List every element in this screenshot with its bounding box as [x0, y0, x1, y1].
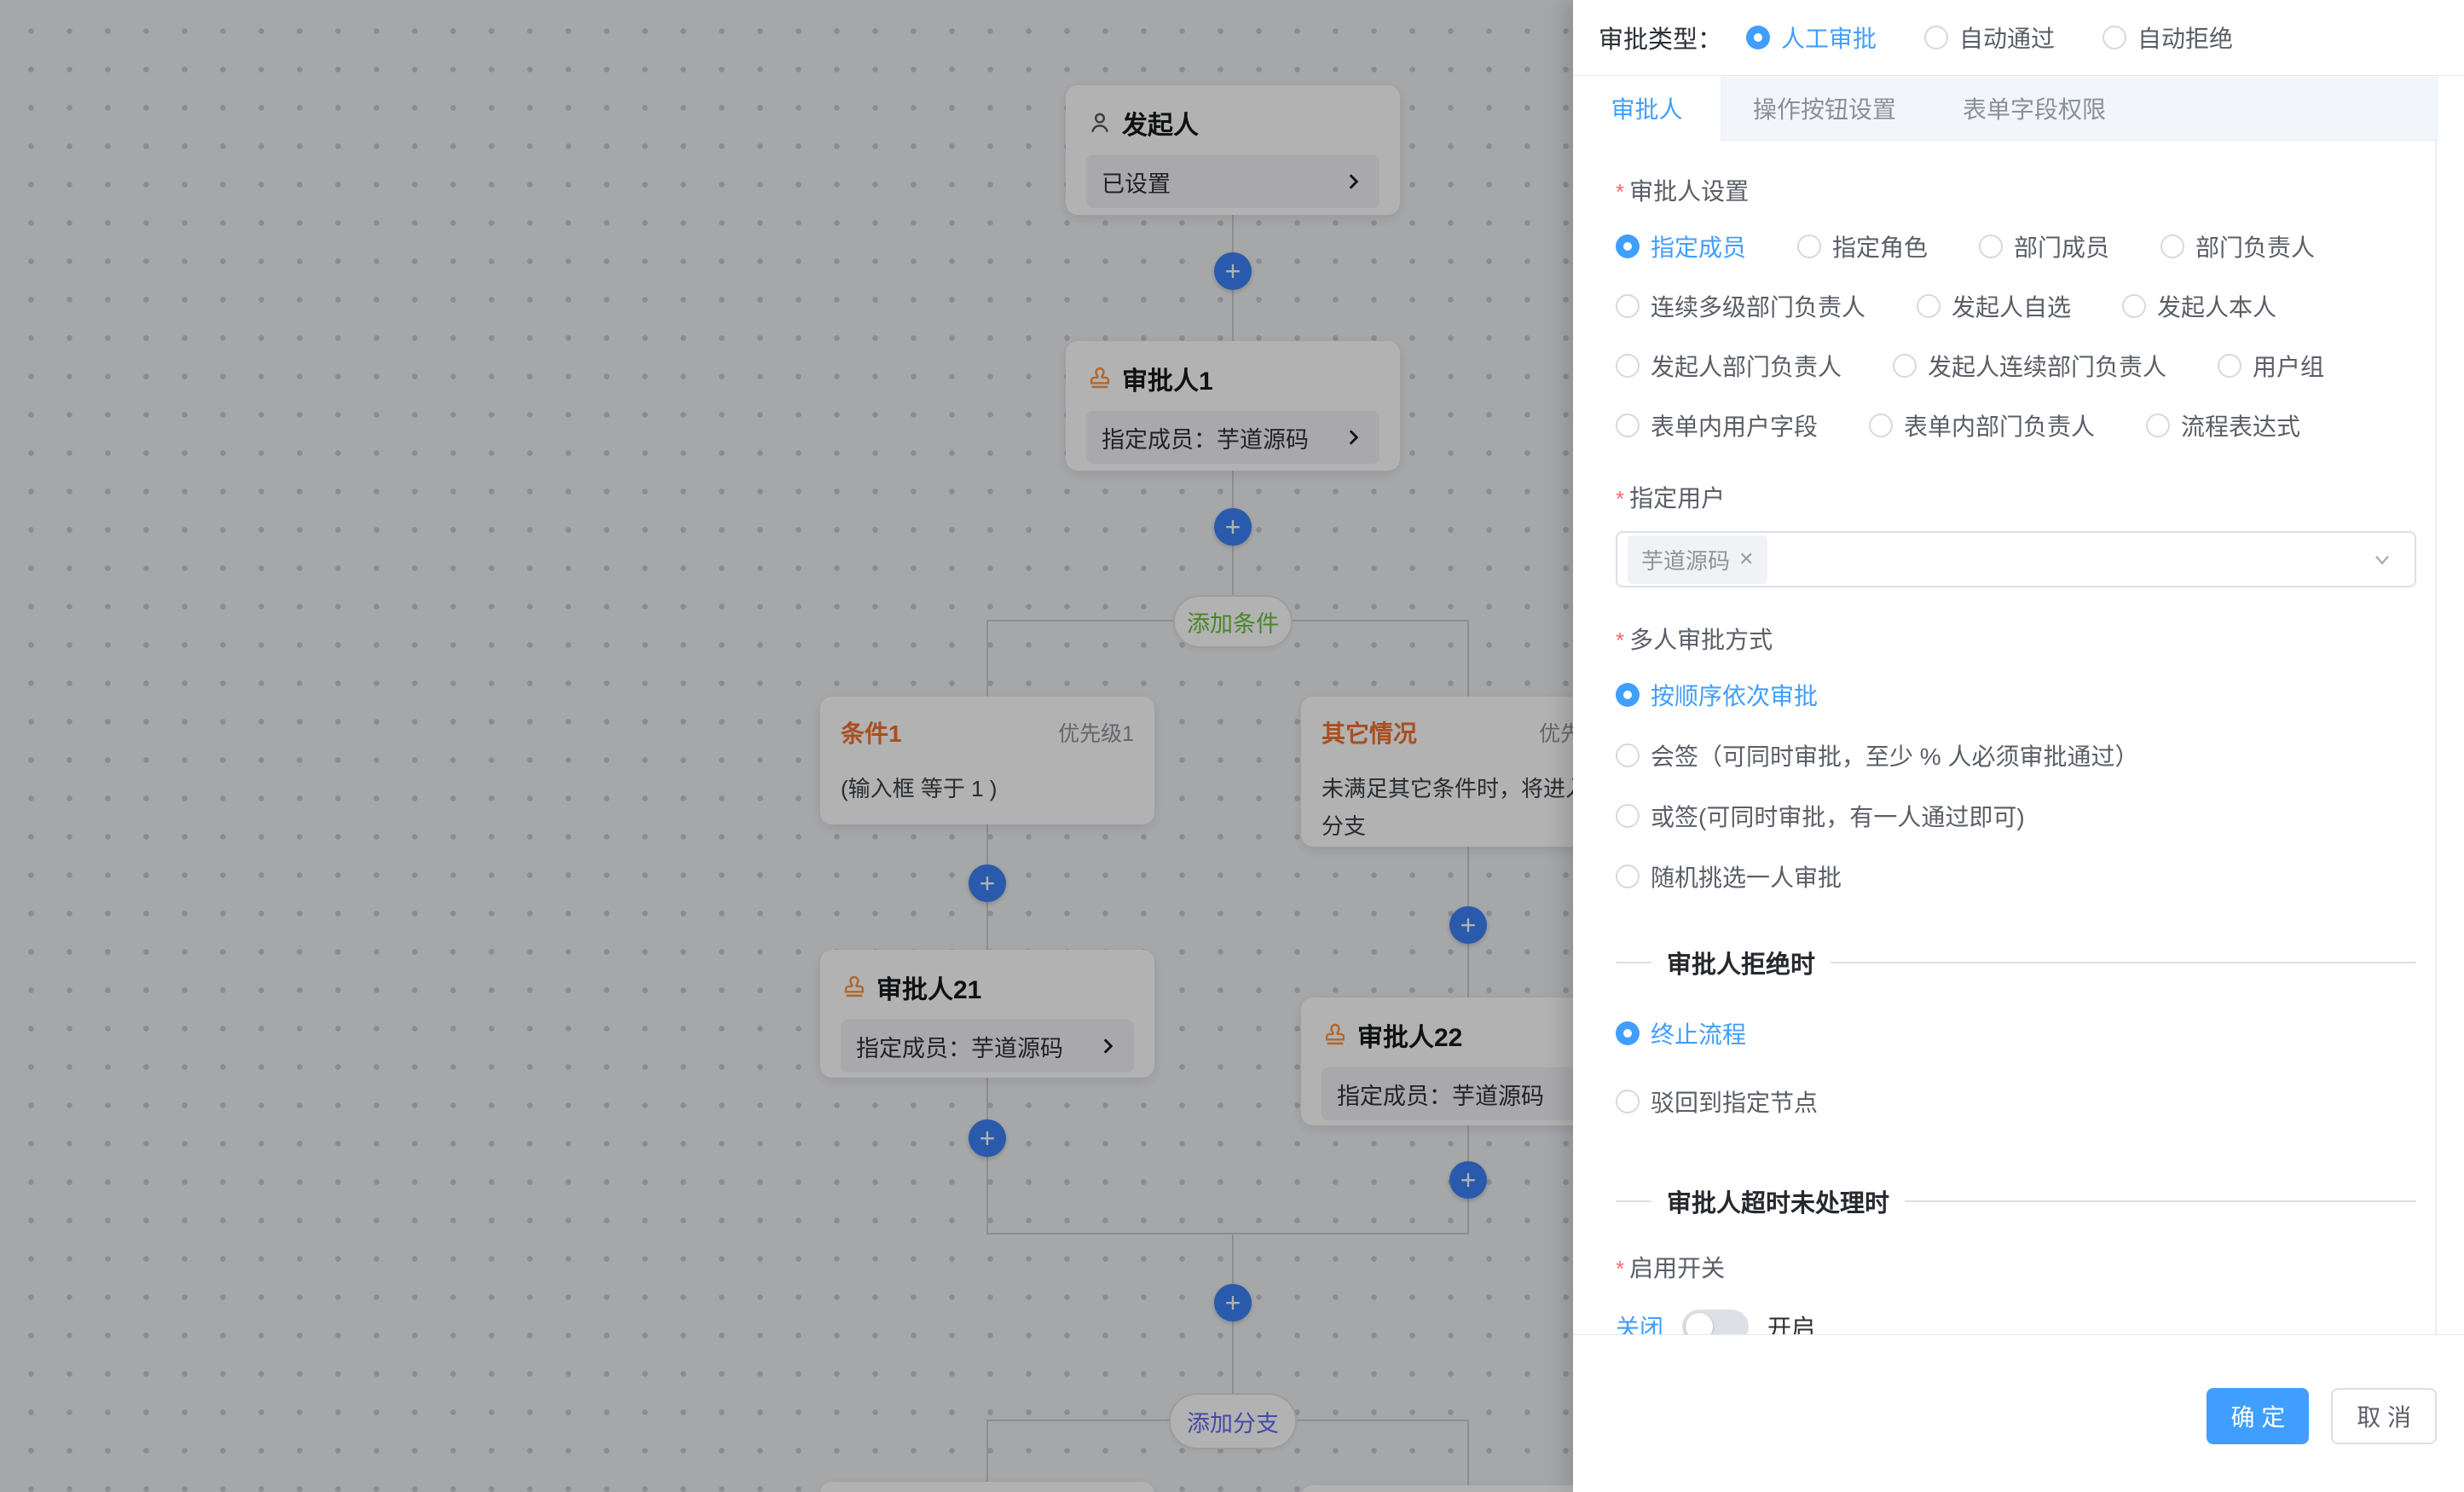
tag-close-icon[interactable]: ✕ [1738, 548, 1754, 570]
divider-line [1616, 962, 1651, 963]
approver-settings-drawer: 审批类型： 人工审批 自动通过 自动拒绝 审批人 操作按钮设置 表单字段权限 *… [1573, 0, 2464, 1492]
radio-dot [2218, 354, 2241, 378]
radio-initiator-select[interactable]: 发起人自选 [1917, 289, 2071, 323]
radio-dept-member[interactable]: 部门成员 [1979, 229, 2109, 263]
radio-initiator-self[interactable]: 发起人本人 [2122, 289, 2276, 323]
radio-dot [1616, 1090, 1640, 1113]
confirm-button[interactable]: 确 定 [2207, 1388, 2309, 1444]
drawer-tabs: 审批人 操作按钮设置 表单字段权限 [1573, 75, 2464, 141]
radio-dot [1616, 1021, 1640, 1045]
radio-dot [1616, 743, 1640, 767]
radio-terminate-process[interactable]: 终止流程 [1616, 1016, 2416, 1050]
radio-dot [2102, 26, 2126, 49]
tab-approver[interactable]: 审批人 [1573, 76, 1721, 141]
tab-button-settings[interactable]: 操作按钮设置 [1753, 91, 1896, 125]
radio-dot [2160, 234, 2184, 258]
radio-dot [1616, 413, 1640, 437]
switch-off-label: 关闭 [1616, 1310, 1663, 1334]
required-asterisk: * [1616, 486, 1624, 512]
drawer-footer: 确 定 取 消 [1573, 1334, 2464, 1492]
multi-approve-label: *多人审批方式 [1616, 622, 2416, 656]
tab-form-permissions[interactable]: 表单字段权限 [1963, 91, 2106, 125]
radio-assigned-role[interactable]: 指定角色 [1797, 229, 1928, 263]
radio-auto-pass[interactable]: 自动通过 [1924, 20, 2055, 55]
radio-user-group[interactable]: 用户组 [2218, 349, 2324, 383]
radio-dept-leader[interactable]: 部门负责人 [2160, 229, 2315, 263]
toggle-knob [1686, 1313, 1713, 1334]
radio-initiator-dept-leader[interactable]: 发起人部门负责人 [1616, 349, 1842, 383]
radio-dot [2122, 294, 2146, 318]
timeout-section-title: 审批人超时未处理时 [1651, 1183, 1905, 1219]
radio-dot [1616, 804, 1640, 828]
radio-return-to-node[interactable]: 驳回到指定节点 [1616, 1084, 2416, 1119]
radio-dot [1616, 294, 1640, 318]
radio-sequential-approve[interactable]: 按顺序依次审批 [1616, 678, 2416, 712]
radio-dot [2146, 413, 2170, 437]
radio-dot [1616, 683, 1640, 707]
enable-switch-label: *启用开关 [1616, 1250, 2416, 1284]
radio-orsign[interactable]: 或签(可同时审批，有一人通过即可) [1616, 799, 2416, 833]
approver-setting-label: *审批人设置 [1616, 173, 2416, 207]
approver-setting-row: 连续多级部门负责人 发起人自选 发起人本人 [1616, 289, 2416, 323]
reject-section-title: 审批人拒绝时 [1651, 945, 1831, 980]
timeout-toggle[interactable] [1682, 1310, 1749, 1334]
reject-section-divider: 审批人拒绝时 [1616, 945, 2416, 980]
required-asterisk: * [1616, 179, 1624, 205]
timeout-switch-row: 关闭 开启 [1616, 1310, 2416, 1334]
approver-setting-row: 发起人部门负责人 发起人连续部门负责人 用户组 [1616, 349, 2416, 383]
approver-setting-row: 表单内用户字段 表单内部门负责人 流程表达式 [1616, 408, 2416, 442]
user-tag: 芋道源码 ✕ [1628, 535, 1767, 584]
required-asterisk: * [1616, 627, 1624, 653]
switch-on-label: 开启 [1767, 1310, 1815, 1334]
radio-dot [1616, 354, 1640, 378]
assign-user-select[interactable]: 芋道源码 ✕ [1616, 531, 2416, 587]
divider-line [1831, 962, 2416, 963]
radio-dot [1616, 865, 1640, 888]
cancel-button[interactable]: 取 消 [2331, 1388, 2437, 1444]
radio-assigned-member[interactable]: 指定成员 [1616, 229, 1746, 263]
radio-initiator-multi-dept-leader[interactable]: 发起人连续部门负责人 [1893, 349, 2166, 383]
chevron-down-icon [2370, 547, 2394, 571]
approval-type-header: 审批类型： 人工审批 自动通过 自动拒绝 [1573, 0, 2464, 75]
radio-dot [1797, 234, 1821, 258]
radio-dot [1746, 26, 1770, 49]
approver-setting-row: 指定成员 指定角色 部门成员 部门负责人 [1616, 229, 2416, 263]
radio-dot [1893, 354, 1917, 378]
assign-user-label: *指定用户 [1616, 480, 2416, 514]
radio-dot [1924, 26, 1948, 49]
radio-countersign[interactable]: 会签（可同时审批，至少 % 人必须审批通过） [1616, 738, 2416, 772]
approval-type-label: 审批类型： [1599, 20, 1722, 55]
radio-process-expression[interactable]: 流程表达式 [2146, 408, 2300, 442]
radio-dot [1917, 294, 1941, 318]
radio-dot [1979, 234, 2003, 258]
radio-form-user-field[interactable]: 表单内用户字段 [1616, 408, 1818, 442]
radio-dot [1869, 413, 1893, 437]
radio-random-one[interactable]: 随机挑选一人审批 [1616, 859, 2416, 893]
timeout-section-divider: 审批人超时未处理时 [1616, 1183, 2416, 1219]
radio-auto-reject[interactable]: 自动拒绝 [2102, 20, 2233, 55]
divider-line [1905, 1200, 2416, 1202]
required-asterisk: * [1616, 1256, 1624, 1281]
divider-line [1616, 1200, 1651, 1202]
drawer-content: *审批人设置 指定成员 指定角色 部门成员 部门负责人 连续多级部门负责人 发起… [1573, 141, 2464, 1334]
radio-multi-level-dept-leader[interactable]: 连续多级部门负责人 [1616, 289, 1865, 323]
radio-form-dept-leader[interactable]: 表单内部门负责人 [1869, 408, 2095, 442]
tab-strip: 操作按钮设置 表单字段权限 [1721, 76, 2438, 141]
radio-dot [1616, 234, 1640, 258]
radio-manual-approve[interactable]: 人工审批 [1746, 20, 1877, 55]
